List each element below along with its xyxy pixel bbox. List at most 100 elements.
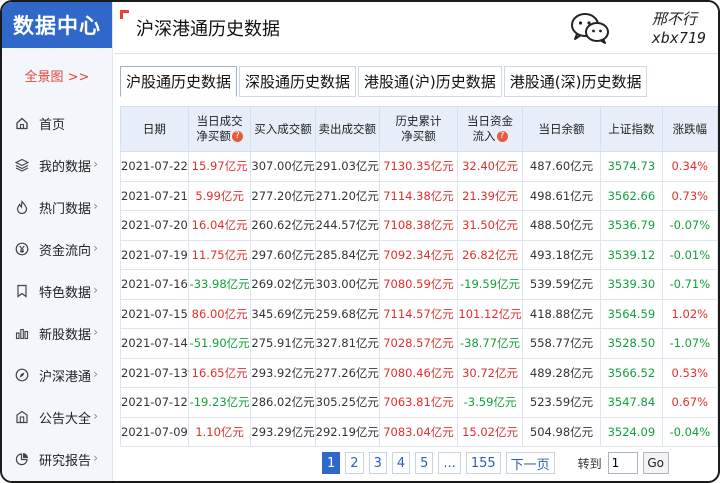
table-cell: 558.77亿元: [521, 328, 602, 359]
table-row: 2021-07-15 86.00亿元 345.69亿元 259.68亿元 7114.57…: [120, 298, 718, 329]
table-cell: 0.67%: [661, 387, 718, 418]
table-cell: -19.59亿元: [457, 269, 523, 300]
table-cell: 275.91亿元: [250, 328, 316, 359]
page-button[interactable]: 3: [368, 452, 387, 474]
table-cell: 0.73%: [661, 180, 718, 211]
table-row: 2021-07-22 15.97亿元 307.00亿元 291.03亿元 7130.35…: [120, 151, 718, 182]
table-cell: 3562.66: [600, 180, 663, 211]
sidebar-item-1[interactable]: 我的数据 ›: [2, 144, 112, 186]
column-header: 涨跌幅: [661, 106, 718, 152]
table-cell: 0.53%: [661, 357, 718, 388]
page-button[interactable]: 2: [345, 452, 364, 474]
table-cell: 2021-07-14: [120, 328, 189, 359]
chevron-right-icon: ›: [93, 451, 98, 465]
bar-chart-icon: [14, 325, 30, 341]
table-cell: 293.92亿元: [250, 357, 316, 388]
table-cell: 86.00亿元: [187, 298, 252, 329]
table-cell: 7114.57亿元: [378, 298, 459, 329]
sidebar-item-label: 研究报告: [39, 453, 92, 469]
title-corner-mark: [120, 10, 129, 19]
sidebar-item-2[interactable]: 热门数据 ›: [2, 186, 112, 228]
page-button[interactable]: 4: [391, 452, 411, 474]
table-cell: 271.20亿元: [314, 180, 380, 211]
column-header-label: 历史累计: [395, 114, 442, 128]
table-cell: 3528.50: [600, 328, 663, 359]
table-cell: 2021-07-21: [120, 180, 189, 211]
table-cell: 291.03亿元: [314, 151, 380, 182]
sidebar-item-label: 公告大全: [39, 411, 92, 427]
table-cell: 305.25亿元: [314, 387, 380, 418]
sidebar-item-4[interactable]: 特色数据 ›: [2, 270, 112, 312]
table-cell: 2021-07-19: [120, 239, 189, 270]
table-row: 2021-07-12 -19.23亿元 286.02亿元 305.25亿元 7063.8…: [120, 387, 718, 418]
sidebar-item-7[interactable]: 公告大全 ›: [2, 396, 112, 438]
column-header-sublabel: 净买额: [401, 129, 436, 143]
next-page-button[interactable]: 下一页: [505, 452, 555, 474]
column-header: 当日资金 流入?: [457, 106, 523, 152]
column-header-sublabel: 净买额: [196, 129, 231, 143]
table-cell: 498.61亿元: [521, 180, 602, 211]
table-cell: 21.39亿元: [457, 180, 523, 211]
sidebar-item-5[interactable]: 新股数据 ›: [2, 312, 112, 354]
table-cell: 30.72亿元: [457, 357, 523, 388]
wechat-icon: [571, 13, 609, 44]
table-cell: 345.69亿元: [250, 298, 316, 329]
tab-3[interactable]: 港股通(深)历史数据: [503, 66, 648, 97]
sidebar-item-0[interactable]: 首页: [2, 102, 112, 144]
brand-logo[interactable]: 数据中心: [2, 2, 112, 48]
table-cell: -3.59亿元: [457, 387, 523, 418]
help-icon[interactable]: ?: [231, 131, 243, 142]
table-cell: 2021-07-15: [120, 298, 189, 329]
chevron-right-icon: ›: [93, 241, 98, 255]
table-cell: 487.60亿元: [521, 151, 602, 182]
sidebar: 数据中心 全景图 >> 首页 我的数据 › 热门数据 › 资金流向 › 特色数据 › 新股数据 › 沪…: [2, 2, 113, 481]
table-cell: 504.98亿元: [521, 416, 602, 447]
page-button[interactable]: 155: [465, 452, 501, 474]
table-cell: 7114.38亿元: [378, 180, 459, 211]
table-cell: 2021-07-09: [120, 416, 189, 447]
table-cell: 7028.57亿元: [378, 328, 459, 359]
table-cell: 7080.46亿元: [378, 357, 459, 388]
goto-page-input[interactable]: [607, 452, 638, 474]
pagination: 12345...155下一页 转到 Go: [322, 452, 669, 474]
yen-circle-icon: [14, 241, 30, 257]
table-cell: 2021-07-12: [120, 387, 189, 418]
table-cell: -0.04%: [661, 416, 718, 447]
overview-link[interactable]: 全景图 >>: [2, 48, 112, 102]
tab-2[interactable]: 港股通(沪)历史数据: [358, 66, 502, 97]
table-cell: 15.97亿元: [187, 151, 252, 182]
sidebar-item-6[interactable]: 沪深港通 ›: [2, 354, 112, 396]
layers-icon: [14, 157, 30, 173]
table-cell: 3536.79: [600, 210, 663, 241]
sidebar-item-label: 资金流向: [39, 243, 92, 259]
table-cell: 32.40亿元: [457, 151, 523, 182]
page-button[interactable]: 1: [322, 452, 341, 474]
sidebar-item-3[interactable]: 资金流向 ›: [2, 228, 112, 270]
table-cell: 3574.73: [600, 151, 663, 182]
sidebar-item-8[interactable]: 研究报告 ›: [2, 438, 112, 480]
go-button[interactable]: Go: [642, 452, 669, 474]
table-cell: 7108.38亿元: [378, 210, 459, 241]
table-cell: 7063.81亿元: [378, 387, 459, 418]
table-cell: -51.90亿元: [187, 328, 252, 359]
table-cell: -0.07%: [661, 210, 718, 241]
column-header-label: 当日余额: [538, 121, 585, 136]
tab-1[interactable]: 深股通历史数据: [239, 66, 357, 97]
building-icon: [14, 409, 30, 425]
watermark-line1: 邢不行: [651, 10, 697, 28]
table-header-row: 日期 当日成交 净买额? 买入成交额 卖出成交额 历史累计 净买额 当日资金 流入? 当日余额 上证…: [120, 106, 718, 152]
table-cell: 418.88亿元: [521, 298, 602, 329]
history-table: 日期 当日成交 净买额? 买入成交额 卖出成交额 历史累计 净买额 当日资金 流入? 当日余额 上证…: [120, 106, 718, 447]
home-icon: [14, 115, 30, 131]
tab-0[interactable]: 沪股通历史数据: [120, 66, 238, 97]
table-row: 2021-07-21 5.99亿元 277.20亿元 271.20亿元 7114.38亿…: [120, 180, 718, 211]
table-cell: 277.26亿元: [314, 357, 380, 388]
table-cell: 2021-07-13: [120, 357, 189, 388]
column-header: 日期: [120, 106, 189, 152]
page-button[interactable]: 5: [415, 452, 434, 474]
column-header: 卖出成交额: [314, 106, 380, 152]
chevron-right-icon: ›: [93, 325, 98, 339]
compass-icon-svg: [15, 368, 29, 382]
help-icon[interactable]: ?: [496, 131, 508, 142]
chevron-right-icon: ›: [93, 199, 98, 213]
